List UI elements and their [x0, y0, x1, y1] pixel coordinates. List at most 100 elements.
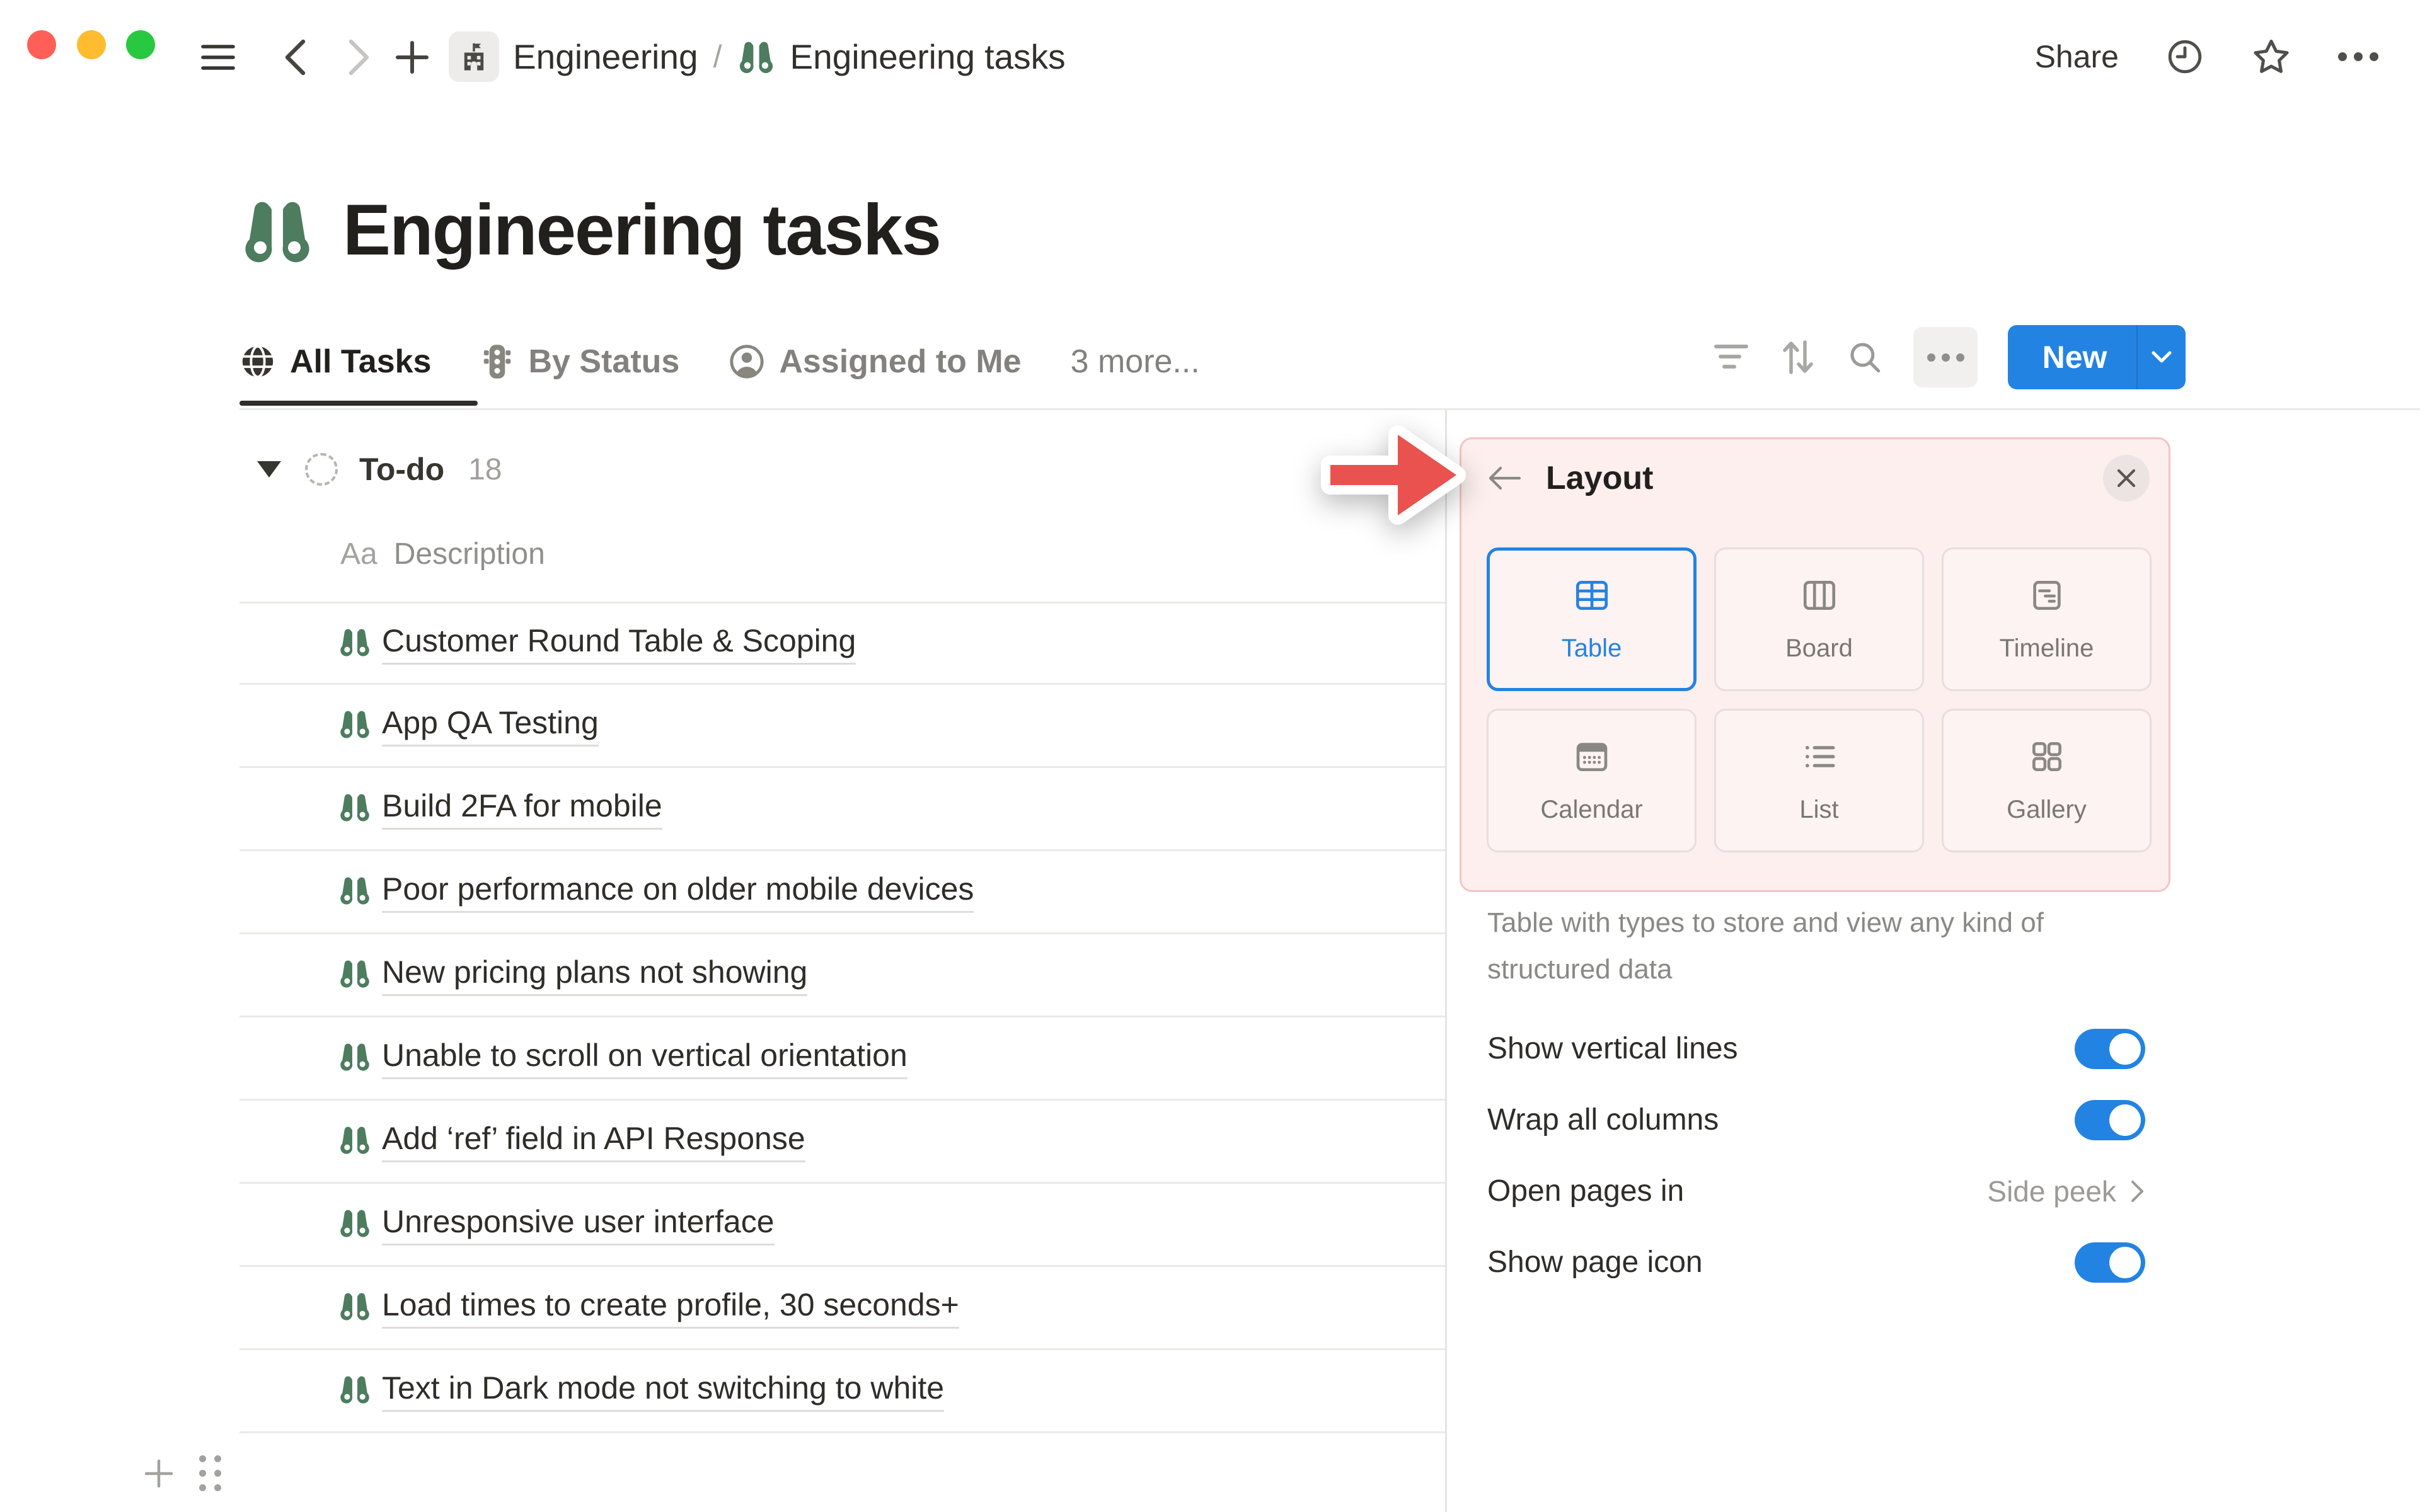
- window-zoom-button[interactable]: [126, 30, 155, 59]
- task-title[interactable]: Add ‘ref’ field in API Response: [382, 1120, 805, 1162]
- setting-show-vertical-lines: Show vertical lines: [1487, 1013, 2145, 1084]
- open-pages-in-value: Side peek: [1987, 1174, 2116, 1208]
- panel-close-button[interactable]: [2103, 455, 2150, 501]
- sort-icon[interactable]: [1780, 338, 1816, 376]
- window-toolbar: Engineering / Engineering tasks Share: [0, 0, 2420, 115]
- workspace-building-icon[interactable]: [449, 32, 499, 82]
- tab-more-views[interactable]: 3 more...: [1071, 343, 1200, 381]
- sidebar-menu-icon[interactable]: [199, 32, 237, 83]
- setting-label: Show page icon: [1487, 1246, 1703, 1279]
- task-binoculars-icon: [338, 956, 372, 994]
- task-title[interactable]: Build 2FA for mobile: [382, 788, 662, 830]
- task-title[interactable]: Customer Round Table & Scoping: [382, 622, 856, 665]
- task-binoculars-icon: [338, 625, 372, 662]
- globe-icon: [239, 343, 276, 380]
- layout-option-label: Gallery: [2007, 796, 2087, 823]
- task-title[interactable]: Text in Dark mode not switching to white: [382, 1370, 945, 1412]
- timeline-layout-icon: [2027, 576, 2066, 618]
- table-row[interactable]: App QA Testing: [239, 685, 1446, 768]
- window-minimize-button[interactable]: [77, 30, 106, 59]
- table-row[interactable]: New pricing plans not showing: [239, 934, 1446, 1017]
- task-title[interactable]: Unable to scroll on vertical orientation: [382, 1037, 908, 1079]
- tutorial-arrow-annotation: [1302, 411, 1491, 590]
- chevron-right-icon: [2131, 1180, 2143, 1202]
- group-count: 18: [468, 452, 502, 486]
- back-icon[interactable]: [276, 32, 314, 83]
- column-header-description[interactable]: Aa Description: [340, 537, 545, 571]
- task-binoculars-icon: [338, 873, 372, 910]
- table-row[interactable]: Customer Round Table & Scoping: [239, 602, 1446, 685]
- show-page-icon-toggle[interactable]: [2075, 1242, 2145, 1283]
- setting-wrap-all-columns: Wrap all columns: [1487, 1084, 2145, 1155]
- task-title[interactable]: App QA Testing: [382, 704, 599, 747]
- layout-option-gallery[interactable]: Gallery: [1942, 709, 2152, 852]
- tab-label: 3 more...: [1070, 343, 1200, 380]
- new-page-plus-icon[interactable]: [392, 32, 432, 83]
- layout-option-calendar[interactable]: Calendar: [1487, 709, 1697, 852]
- table-row[interactable]: Text in Dark mode not switching to white: [239, 1350, 1446, 1433]
- tab-assigned-to-me[interactable]: Assigned to Me: [729, 343, 1022, 381]
- more-options-icon[interactable]: [2338, 52, 2378, 61]
- layout-option-label: Timeline: [1999, 634, 2094, 662]
- task-title[interactable]: Poor performance on older mobile devices: [382, 871, 974, 913]
- task-binoculars-icon: [338, 790, 372, 827]
- new-button[interactable]: New: [2008, 325, 2186, 389]
- task-title[interactable]: Load times to create profile, 30 seconds…: [382, 1286, 959, 1329]
- forward-icon[interactable]: [340, 32, 378, 83]
- tab-by-status[interactable]: By Status: [480, 343, 679, 381]
- panel-back-icon[interactable]: [1487, 464, 1522, 492]
- share-button[interactable]: Share: [2035, 38, 2119, 75]
- tab-all-tasks[interactable]: All Tasks: [239, 343, 431, 381]
- layout-option-board[interactable]: Board: [1714, 547, 1924, 691]
- task-title[interactable]: New pricing plans not showing: [382, 954, 808, 996]
- task-table: Customer Round Table & Scoping App QA Te…: [239, 602, 1446, 1433]
- breadcrumb-workspace[interactable]: Engineering: [513, 37, 698, 77]
- setting-label: Wrap all columns: [1487, 1103, 1719, 1137]
- task-binoculars-icon: [338, 1040, 372, 1077]
- layout-option-label: Calendar: [1540, 796, 1643, 823]
- view-options-ellipsis-button[interactable]: [1913, 327, 1978, 387]
- traffic-light-icon: [480, 343, 514, 380]
- layout-option-table[interactable]: Table: [1487, 547, 1697, 691]
- add-row-plus-icon[interactable]: [144, 1458, 174, 1489]
- tab-label: Assigned to Me: [779, 343, 1022, 380]
- drag-handle-icon[interactable]: [199, 1455, 222, 1491]
- new-button-label: New: [2042, 340, 2107, 375]
- table-row[interactable]: Unable to scroll on vertical orientation: [239, 1017, 1446, 1101]
- setting-label: Open pages in: [1487, 1174, 1685, 1208]
- updates-clock-icon[interactable]: [2165, 37, 2204, 76]
- table-row[interactable]: Unresponsive user interface: [239, 1184, 1446, 1267]
- column-header-label: Description: [393, 537, 545, 571]
- task-binoculars-icon: [338, 1289, 372, 1326]
- table-row[interactable]: Build 2FA for mobile: [239, 768, 1446, 851]
- layout-option-timeline[interactable]: Timeline: [1942, 547, 2152, 691]
- table-row[interactable]: Load times to create profile, 30 seconds…: [239, 1267, 1446, 1350]
- page-title[interactable]: Engineering tasks: [343, 189, 942, 272]
- task-binoculars-icon: [338, 1372, 372, 1409]
- filter-icon[interactable]: [1713, 343, 1749, 372]
- breadcrumb: Engineering / Engineering tasks: [449, 25, 1066, 88]
- setting-show-page-icon: Show page icon: [1487, 1227, 2145, 1298]
- group-collapse-triangle[interactable]: [257, 461, 281, 478]
- panel-title: Layout: [1546, 460, 1654, 496]
- search-icon[interactable]: [1847, 339, 1883, 375]
- setting-open-pages-in[interactable]: Open pages in Side peek: [1487, 1155, 2145, 1227]
- favorite-star-icon[interactable]: [2251, 37, 2291, 77]
- breadcrumb-page[interactable]: Engineering tasks: [790, 37, 1065, 77]
- group-name[interactable]: To-do: [359, 451, 444, 488]
- table-layout-icon: [1572, 576, 1611, 618]
- new-dropdown-chevron-icon[interactable]: [2138, 350, 2186, 364]
- layout-option-list[interactable]: List: [1714, 709, 1924, 852]
- show-vertical-lines-toggle[interactable]: [2075, 1028, 2145, 1069]
- tab-label: By Status: [528, 343, 680, 380]
- board-layout-icon: [1800, 576, 1839, 618]
- window-close-button[interactable]: [27, 30, 56, 59]
- gallery-layout-icon: [2027, 737, 2066, 779]
- table-row[interactable]: Poor performance on older mobile devices: [239, 851, 1446, 934]
- wrap-all-columns-toggle[interactable]: [2075, 1099, 2145, 1140]
- task-binoculars-icon: [338, 1123, 372, 1160]
- calendar-layout-icon: [1572, 737, 1611, 779]
- task-title[interactable]: Unresponsive user interface: [382, 1203, 775, 1246]
- table-row[interactable]: Add ‘ref’ field in API Response: [239, 1101, 1446, 1184]
- layout-option-label: Table: [1561, 634, 1622, 662]
